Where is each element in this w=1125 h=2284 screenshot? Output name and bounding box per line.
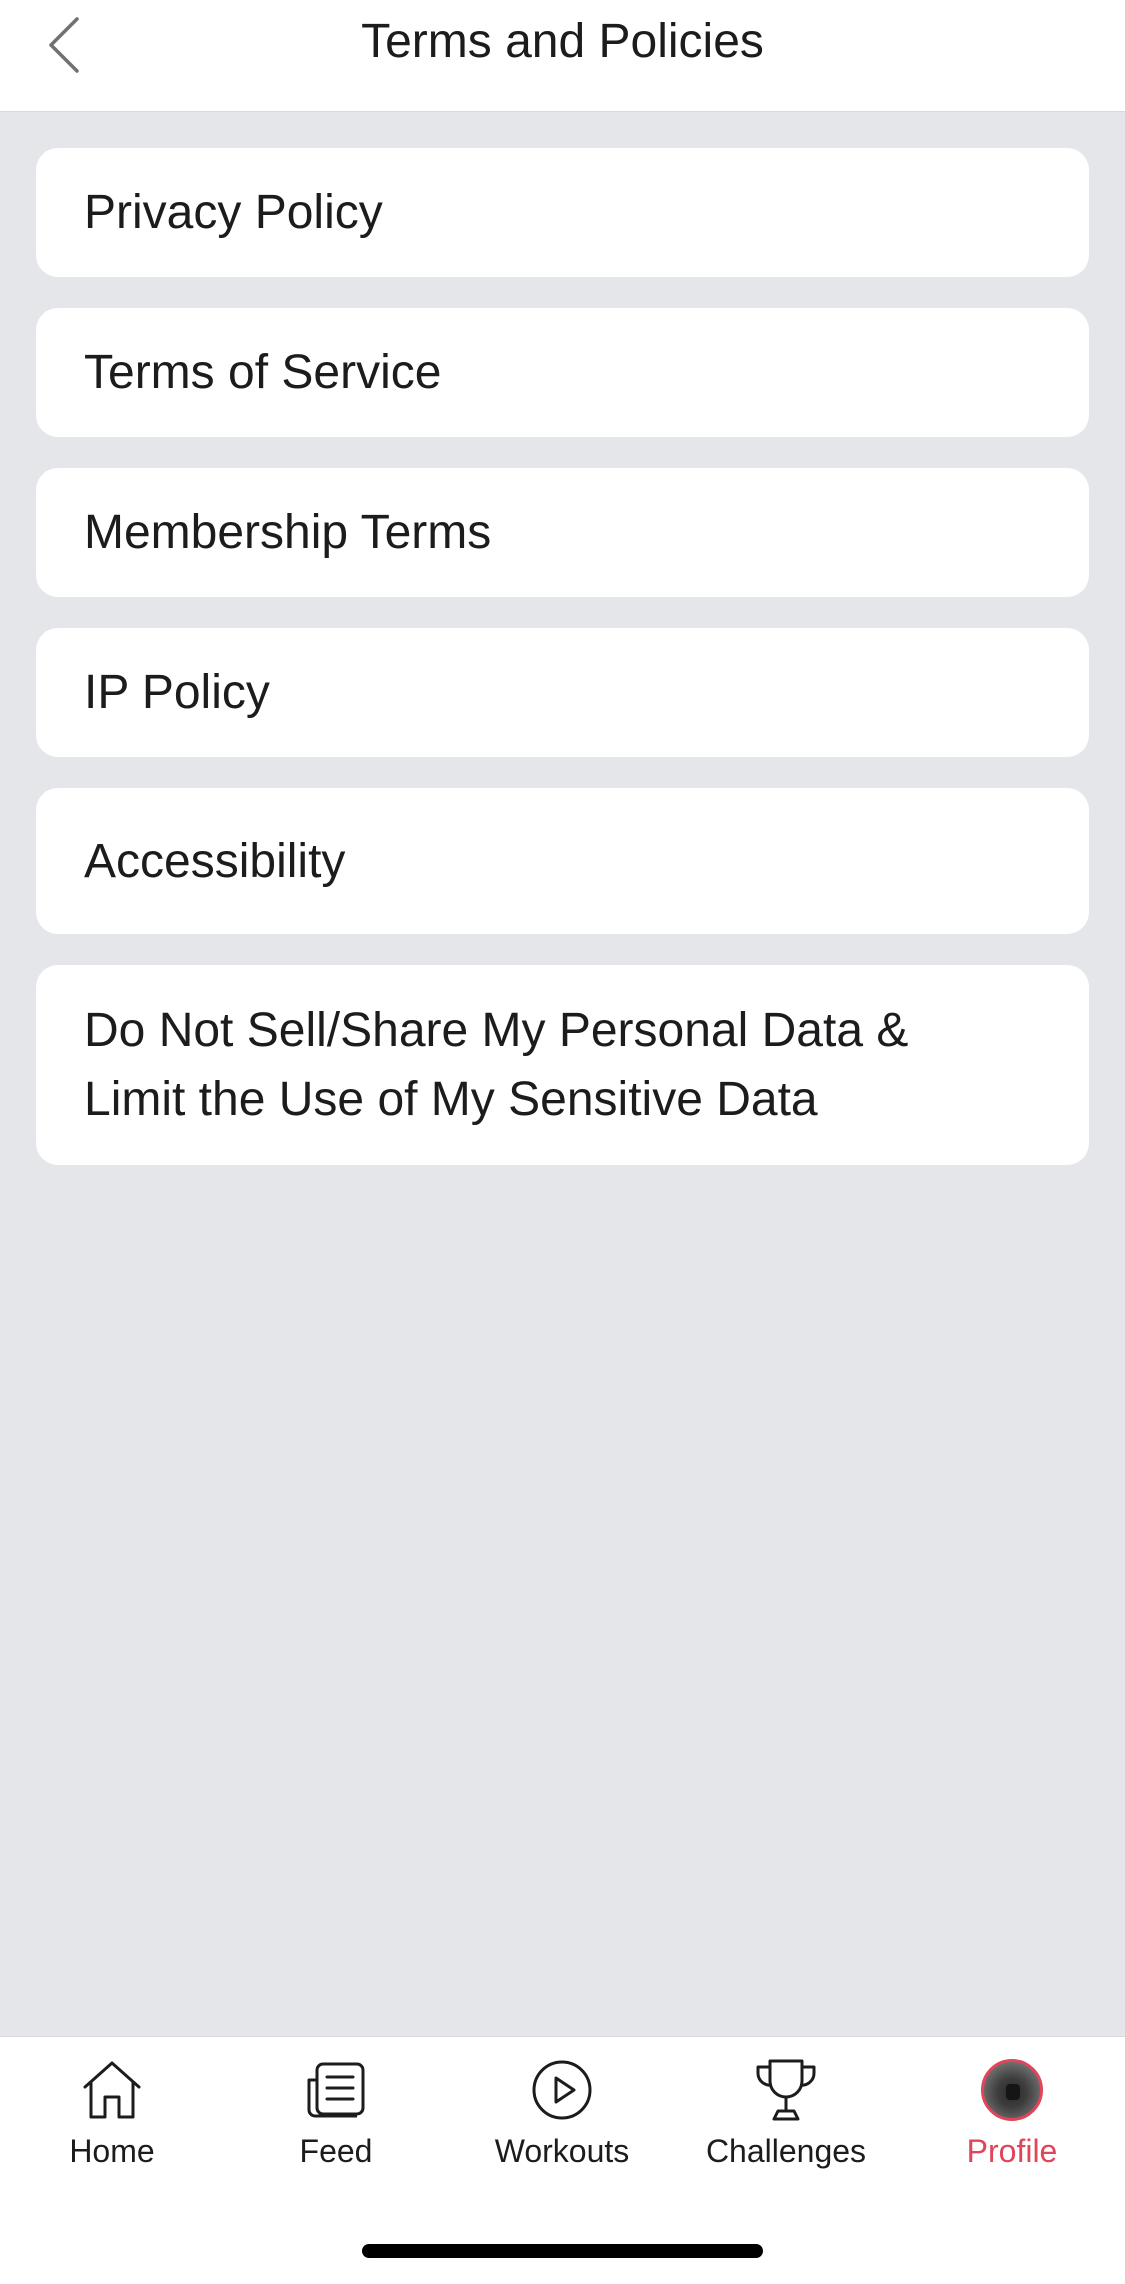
tab-feed-label: Feed	[299, 2133, 373, 2169]
membership-terms-item[interactable]: Membership Terms	[36, 468, 1089, 597]
tab-home-label: Home	[69, 2133, 155, 2169]
tab-workouts[interactable]: Workouts	[462, 2055, 662, 2170]
nav-header: Terms and Policies	[0, 0, 1125, 112]
feed-icon	[301, 2055, 371, 2125]
page-title: Terms and Policies	[361, 15, 764, 68]
list-item-label: Terms of Service	[84, 346, 442, 399]
tab-profile[interactable]: Profile	[912, 2055, 1112, 2170]
list-item-label: IP Policy	[84, 666, 270, 719]
home-indicator	[362, 2244, 763, 2258]
home-icon	[77, 2055, 147, 2125]
ip-policy-item[interactable]: IP Policy	[36, 628, 1089, 757]
tab-feed[interactable]: Feed	[236, 2055, 436, 2170]
play-circle-icon	[527, 2055, 597, 2125]
terms-of-service-item[interactable]: Terms of Service	[36, 308, 1089, 437]
do-not-sell-item[interactable]: Do Not Sell/Share My Personal Data & Lim…	[36, 965, 1089, 1165]
privacy-policy-item[interactable]: Privacy Policy	[36, 148, 1089, 277]
policy-list: Privacy Policy Terms of Service Membersh…	[36, 148, 1089, 1196]
list-item-label: Do Not Sell/Share My Personal Data & Lim…	[84, 1004, 909, 1126]
tab-home[interactable]: Home	[12, 2055, 212, 2170]
avatar	[981, 2059, 1043, 2121]
tab-workouts-label: Workouts	[494, 2133, 630, 2169]
accessibility-item[interactable]: Accessibility	[36, 788, 1089, 934]
list-item-label: Accessibility	[84, 834, 346, 888]
screen: Terms and Policies Privacy Policy Terms …	[0, 0, 1125, 2284]
list-item-label: Membership Terms	[84, 506, 492, 559]
list-item-label: Privacy Policy	[84, 186, 383, 239]
trophy-icon	[751, 2055, 821, 2125]
tab-profile-label: Profile	[966, 2133, 1058, 2169]
tab-challenges-label: Challenges	[705, 2133, 867, 2169]
tab-challenges[interactable]: Challenges	[686, 2055, 886, 2170]
